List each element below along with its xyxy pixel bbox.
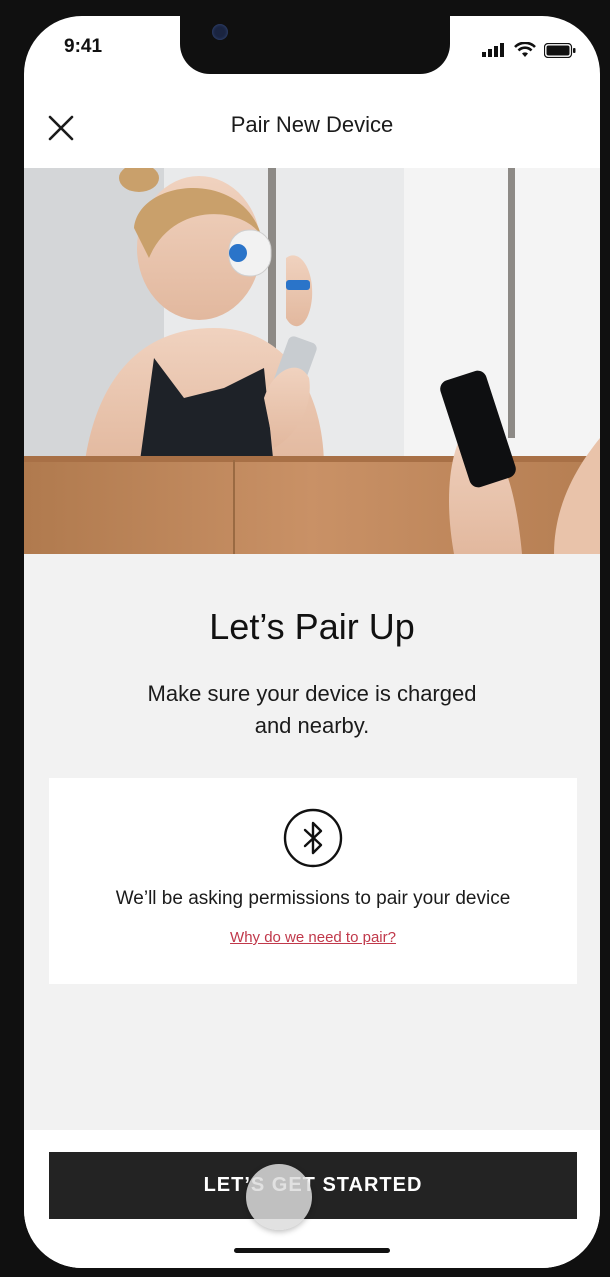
main-content: Let’s Pair Up Make sure your device is c… (24, 554, 600, 1148)
hero-image (24, 168, 600, 554)
page-title: Pair New Device (230, 112, 394, 137)
home-indicator (234, 1248, 390, 1253)
bluetooth-icon (283, 808, 343, 868)
footer: LET’S GET STARTED (24, 1130, 600, 1268)
wifi-icon (514, 42, 536, 57)
permission-card: We’ll be asking permissions to pair your… (49, 778, 577, 984)
signal-icon (482, 43, 504, 57)
phone-frame: 9:41 Pair New Device Let’s Pair Up Make … (0, 0, 610, 1277)
battery-icon (544, 42, 576, 58)
touch-indicator (246, 1164, 312, 1230)
notch (180, 16, 450, 74)
header: Pair New Device (24, 100, 600, 170)
why-pair-link[interactable]: Why do we need to pair? (49, 929, 577, 946)
camera-icon (212, 24, 228, 40)
get-started-button[interactable]: LET’S GET STARTED (49, 1152, 577, 1219)
hero-illustration (24, 168, 600, 554)
status-icons (482, 42, 576, 58)
status-time: 9:41 (64, 36, 103, 57)
section-subtitle: Make sure your device is charged and nea… (147, 681, 477, 738)
section-title: Let’s Pair Up (209, 606, 415, 647)
permission-text: We’ll be asking permissions to pair your… (115, 888, 511, 909)
app-screen: 9:41 Pair New Device Let’s Pair Up Make … (24, 16, 600, 1268)
